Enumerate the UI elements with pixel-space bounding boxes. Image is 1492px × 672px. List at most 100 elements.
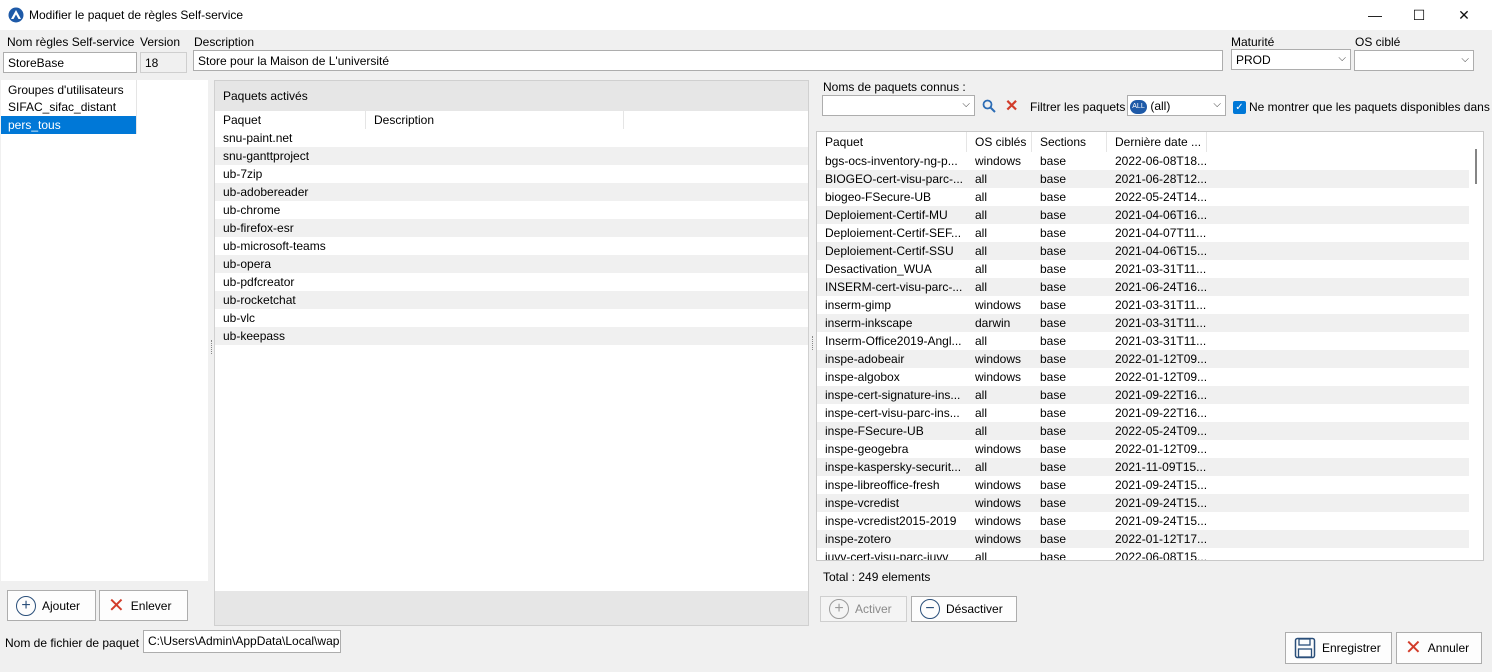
maximize-icon: ☐	[1412, 6, 1426, 23]
clear-icon[interactable]: ✕	[1005, 96, 1018, 116]
table-row[interactable]: inspe-FSecure-UB all base 2022-05-24T09...	[817, 422, 1469, 440]
group-item[interactable]: SIFAC_sifac_distant	[1, 98, 136, 116]
activated-rows: snu-paint.net snu-ganttproject ub-7zip ub-a…	[215, 129, 808, 345]
table-row[interactable]: ub-vlc	[215, 309, 808, 327]
date-cell: 2021-09-22T16...	[1115, 388, 1207, 402]
table-row[interactable]: BIOGEO-cert-visu-parc-... all base 2021-06-…	[817, 170, 1469, 188]
chevron-down-icon: ⌵	[962, 99, 970, 110]
table-row[interactable]: inspe-algobox windows base 2022-01-12T09...	[817, 368, 1469, 386]
description-cell	[366, 183, 624, 201]
os-cell: all	[975, 172, 988, 186]
date-cell: 2022-01-12T09...	[1115, 352, 1207, 366]
table-row[interactable]: Deploiement-Certif-SEF... all base 2021-04-…	[817, 224, 1469, 242]
table-row[interactable]: ub-firefox-esr	[215, 219, 808, 237]
table-row[interactable]: ub-microsoft-teams	[215, 237, 808, 255]
table-row[interactable]: inspe-vcredist windows base 2021-09-24T15..…	[817, 494, 1469, 512]
minimize-button[interactable]: —	[1352, 0, 1398, 30]
package-name-cell: ub-microsoft-teams	[223, 239, 326, 253]
scrollbar[interactable]	[1469, 132, 1483, 560]
table-row[interactable]: ub-7zip	[215, 165, 808, 183]
cancel-button[interactable]: ✕ Annuler	[1396, 632, 1482, 664]
table-row[interactable]: inserm-inkscape darwin base 2021-03-31T11..…	[817, 314, 1469, 332]
table-row[interactable]: inspe-geogebra windows base 2022-01-12T09..…	[817, 440, 1469, 458]
column-header-last-date[interactable]: Dernière date ...	[1107, 132, 1207, 152]
known-packages-label: Noms de paquets connus :	[823, 80, 966, 94]
maximize-button[interactable]: ☐	[1396, 0, 1442, 30]
section-cell: base	[1040, 388, 1067, 402]
table-row[interactable]: ub-pdfcreator	[215, 273, 808, 291]
splitter-handle[interactable]	[812, 336, 815, 350]
deactivate-button[interactable]: − Désactiver	[911, 596, 1017, 622]
only-available-checkbox[interactable]: ✓ Ne montrer que les paquets disponibles…	[1233, 100, 1490, 114]
table-row[interactable]: Deploiement-Certif-MU all base 2021-04-06T1…	[817, 206, 1469, 224]
table-row[interactable]: Deploiement-Certif-SSU all base 2021-04-06T…	[817, 242, 1469, 260]
minimize-icon: —	[1368, 7, 1382, 23]
os-cell: all	[975, 334, 988, 348]
rules-name-field[interactable]: StoreBase	[3, 52, 137, 73]
package-name-cell: ub-keepass	[223, 329, 286, 343]
date-cell: 2022-01-12T17...	[1115, 532, 1207, 546]
minus-circle-icon: −	[920, 599, 940, 619]
scrollbar-thumb[interactable]	[1475, 149, 1477, 184]
date-cell: 2022-05-24T14...	[1115, 190, 1207, 204]
file-name-field[interactable]: C:\Users\Admin\AppData\Local\wap	[143, 630, 341, 653]
table-row[interactable]: inspe-kaspersky-securit... all base 2021-11…	[817, 458, 1469, 476]
table-row[interactable]: snu-paint.net	[215, 129, 808, 147]
table-row[interactable]: iuvv-cert-visu-parc-iuvv all base 2022-06-0…	[817, 548, 1469, 560]
table-row[interactable]: INSERM-cert-visu-parc-... all base 2021-06-…	[817, 278, 1469, 296]
package-name-cell: ub-opera	[223, 257, 272, 271]
table-row[interactable]: bgs-ocs-inventory-ng-p... windows base 2022…	[817, 152, 1469, 170]
table-row[interactable]: inspe-vcredist2015-2019 windows base 2021-0…	[817, 512, 1469, 530]
package-name-search[interactable]: ⌵	[822, 95, 975, 116]
table-row[interactable]: snu-ganttproject	[215, 147, 808, 165]
package-name-cell: inserm-gimp	[825, 298, 892, 312]
save-button[interactable]: Enregistrer	[1285, 632, 1392, 664]
date-cell: 2021-11-09T15...	[1115, 460, 1207, 474]
os-cell: all	[975, 460, 988, 474]
os-select[interactable]: ⌵	[1354, 50, 1474, 71]
table-row[interactable]: inspe-cert-signature-ins... all base 2021-0…	[817, 386, 1469, 404]
table-row[interactable]: inspe-adobeair windows base 2022-01-12T09..…	[817, 350, 1469, 368]
close-button[interactable]: ✕	[1441, 0, 1487, 30]
maturity-select[interactable]: PROD ⌵	[1231, 49, 1351, 70]
os-cell: windows	[975, 496, 1022, 510]
table-row[interactable]: inspe-zotero windows base 2022-01-12T17...	[817, 530, 1469, 548]
remove-group-button[interactable]: ✕ Enlever	[99, 590, 188, 621]
section-cell: base	[1040, 352, 1067, 366]
package-name-cell: BIOGEO-cert-visu-parc-...	[825, 172, 964, 186]
cancel-label: Annuler	[1427, 641, 1470, 655]
table-row[interactable]: Desactivation_WUA all base 2021-03-31T11...	[817, 260, 1469, 278]
package-name-cell: snu-ganttproject	[223, 149, 310, 163]
table-row[interactable]: biogeo-FSecure-UB all base 2022-05-24T14...	[817, 188, 1469, 206]
package-name-cell: ub-7zip	[223, 167, 263, 181]
table-row[interactable]: inserm-gimp windows base 2021-03-31T11...	[817, 296, 1469, 314]
plus-circle-icon: +	[16, 595, 36, 616]
description-field[interactable]: Store pour la Maison de L'université	[193, 50, 1223, 71]
table-row[interactable]: Inserm-Office2019-Angl... all base 2021-03-…	[817, 332, 1469, 350]
section-cell: base	[1040, 154, 1067, 168]
table-row[interactable]: ub-adobereader	[215, 183, 808, 201]
column-header-os[interactable]: OS ciblés	[967, 132, 1032, 152]
column-header-description[interactable]: Description	[366, 111, 624, 129]
column-header-sections[interactable]: Sections	[1032, 132, 1107, 152]
date-cell: 2021-03-31T11...	[1115, 334, 1207, 348]
description-label: Description	[194, 35, 255, 49]
table-row[interactable]: ub-keepass	[215, 327, 808, 345]
add-group-button[interactable]: + Ajouter	[7, 590, 96, 621]
activate-button[interactable]: + Activer	[820, 596, 907, 622]
column-header-package[interactable]: Paquet	[215, 111, 366, 129]
group-item-selected[interactable]: pers_tous	[1, 116, 136, 134]
table-row[interactable]: inspe-cert-visu-parc-ins... all base 2021-0…	[817, 404, 1469, 422]
table-row[interactable]: ub-rocketchat	[215, 291, 808, 309]
table-row[interactable]: inspe-libreoffice-fresh windows base 2021-0…	[817, 476, 1469, 494]
table-row[interactable]: ub-opera	[215, 255, 808, 273]
filter-select[interactable]: ALL (all) ⌵	[1127, 95, 1226, 116]
date-cell: 2021-03-31T11...	[1115, 316, 1207, 330]
table-row[interactable]: ub-chrome	[215, 201, 808, 219]
description-cell	[366, 201, 624, 219]
package-name-cell: inspe-geogebra	[825, 442, 909, 456]
package-name-cell: inspe-adobeair	[825, 352, 905, 366]
search-icon[interactable]	[982, 99, 996, 113]
os-cell: windows	[975, 532, 1022, 546]
column-header-package[interactable]: Paquet	[817, 132, 967, 152]
